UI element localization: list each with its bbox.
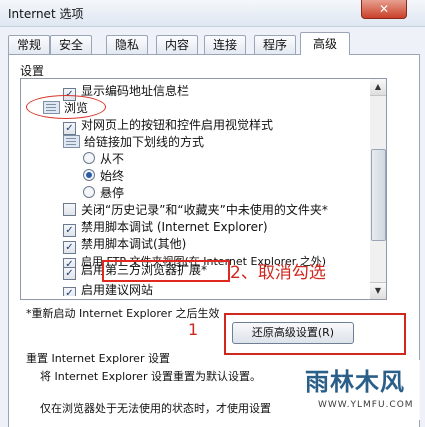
radio-off-icon[interactable] [83,152,95,164]
scroll-down-icon[interactable]: ▼ [370,282,386,299]
tab-programs[interactable]: 程序 [254,35,296,54]
tab-content[interactable]: 内容 [156,35,198,54]
radio-on-icon[interactable] [83,169,95,181]
tab-security[interactable]: 安全 [50,35,92,54]
radio-off-icon[interactable] [83,186,95,198]
annotation-box-extension [102,260,230,282]
list-item[interactable]: 关闭“历史记录”和“收藏夹”中未使用的文件夹* [63,202,328,219]
tab-strip: 常规 安全 隐私 内容 连接 程序 高级 [8,32,418,55]
list-category: 给链接加下划线的方式 [63,134,204,151]
tab-connections[interactable]: 连接 [204,35,246,54]
list-item[interactable]: 始终 [83,168,124,185]
list-item[interactable]: 从不 [83,151,124,168]
checkbox-checked-icon[interactable]: ✓ [63,267,76,280]
title-bar: Internet 选项 ✕ [0,0,425,27]
checkbox-unchecked-icon[interactable] [63,203,76,216]
list-item[interactable]: ✓ 禁用脚本调试 (Internet Explorer) [63,219,268,237]
reset-description: 将 Internet Explorer 设置重置为默认设置。 [40,370,261,383]
window-title: Internet 选项 [8,7,84,21]
checkbox-checked-icon[interactable]: ✓ [63,287,76,296]
reset-title: 重置 Internet Explorer 设置 [26,352,170,365]
tab-general[interactable]: 常规 [8,35,50,54]
settings-label: 设置 [20,64,45,78]
category-icon [63,135,80,148]
list-item[interactable]: ✓ 对网页上的按钮和控件启用视觉样式 [63,117,273,135]
watermark-logo: 雨林木风 [305,368,405,396]
watermark-url: WWW.YLMFU.COM [318,400,414,410]
list-item[interactable]: 悬停 [83,185,124,202]
annotation-step1: 1 [188,320,199,339]
restore-advanced-button[interactable]: 还原高级设置(R) [232,322,354,344]
list-item[interactable]: ✓ 禁用脚本调试(其他) [63,236,186,254]
annotation-ellipse [26,95,106,119]
list-scrollbar[interactable]: ▲ ▼ [370,78,387,300]
scroll-thumb[interactable] [371,149,386,241]
tab-advanced[interactable]: 高级 [300,32,350,55]
restart-note: *重新启动 Internet Explorer 之后生效 [26,307,220,320]
reset-description-2: 仅在浏览器处于无法使用的状态时，才使用设置 [40,402,271,415]
list-item[interactable]: ✓ 启用建议网站 [63,282,153,296]
annotation-step2: 2、取消勾选 [230,263,326,283]
scroll-up-icon[interactable]: ▲ [370,79,386,96]
close-button[interactable]: ✕ [361,0,407,19]
tab-privacy[interactable]: 隐私 [106,35,148,54]
